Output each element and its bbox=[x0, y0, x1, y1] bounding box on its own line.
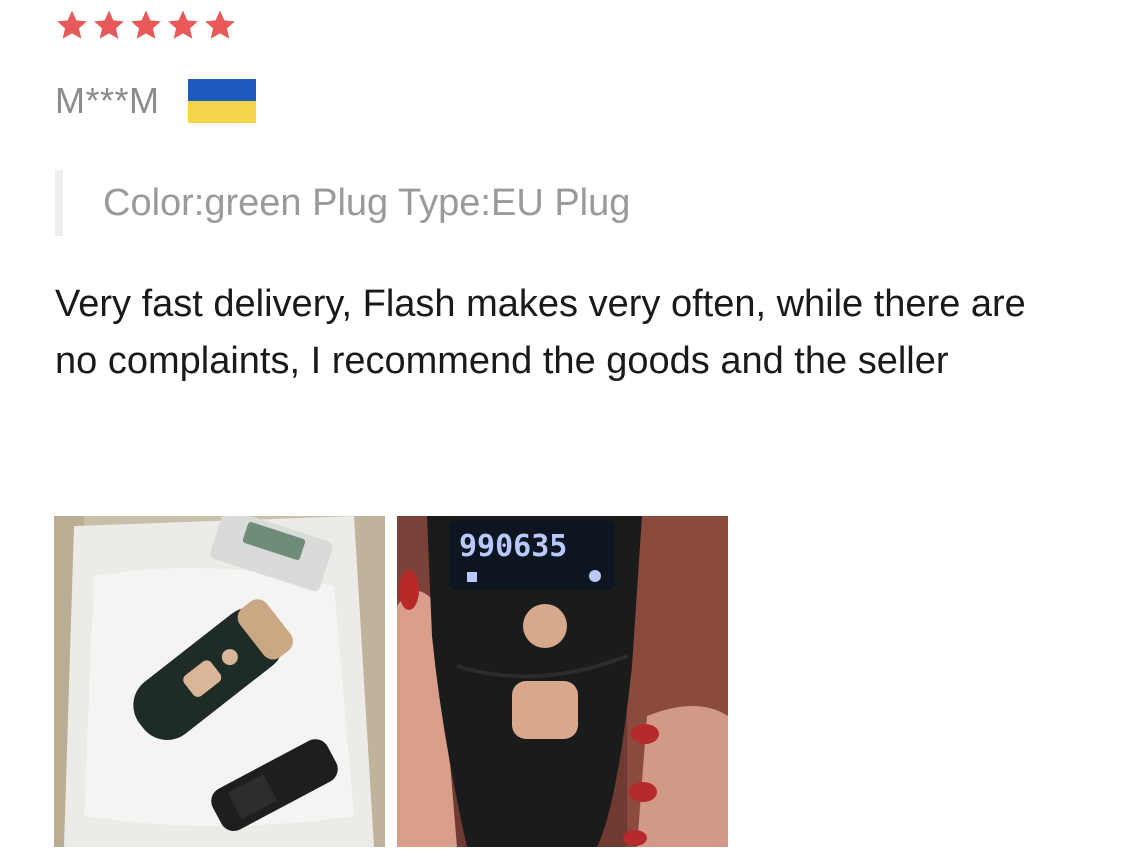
star-icon bbox=[166, 8, 200, 42]
star-icon bbox=[129, 8, 163, 42]
review-text: Very fast delivery, Flash makes very oft… bbox=[55, 283, 1026, 382]
star-rating bbox=[55, 8, 237, 44]
review-photo-device-in-hand[interactable]: 990635 bbox=[397, 516, 728, 847]
review-card: M***M Color:green Plug Type:EU Plug Very… bbox=[0, 0, 1125, 855]
star-icon bbox=[55, 8, 89, 42]
star-icon bbox=[92, 8, 126, 42]
review-photo-packaged-device[interactable] bbox=[54, 516, 385, 847]
sku-info: Color:green Plug Type:EU Plug bbox=[55, 170, 630, 236]
reviewer-name: M***M bbox=[55, 80, 160, 121]
device-display-readout: 990635 bbox=[459, 529, 567, 564]
sku-text: Color:green Plug Type:EU Plug bbox=[103, 181, 631, 224]
reviewer-info: M***M bbox=[55, 76, 256, 126]
ukraine-flag-icon bbox=[187, 79, 256, 123]
star-icon bbox=[203, 8, 237, 42]
